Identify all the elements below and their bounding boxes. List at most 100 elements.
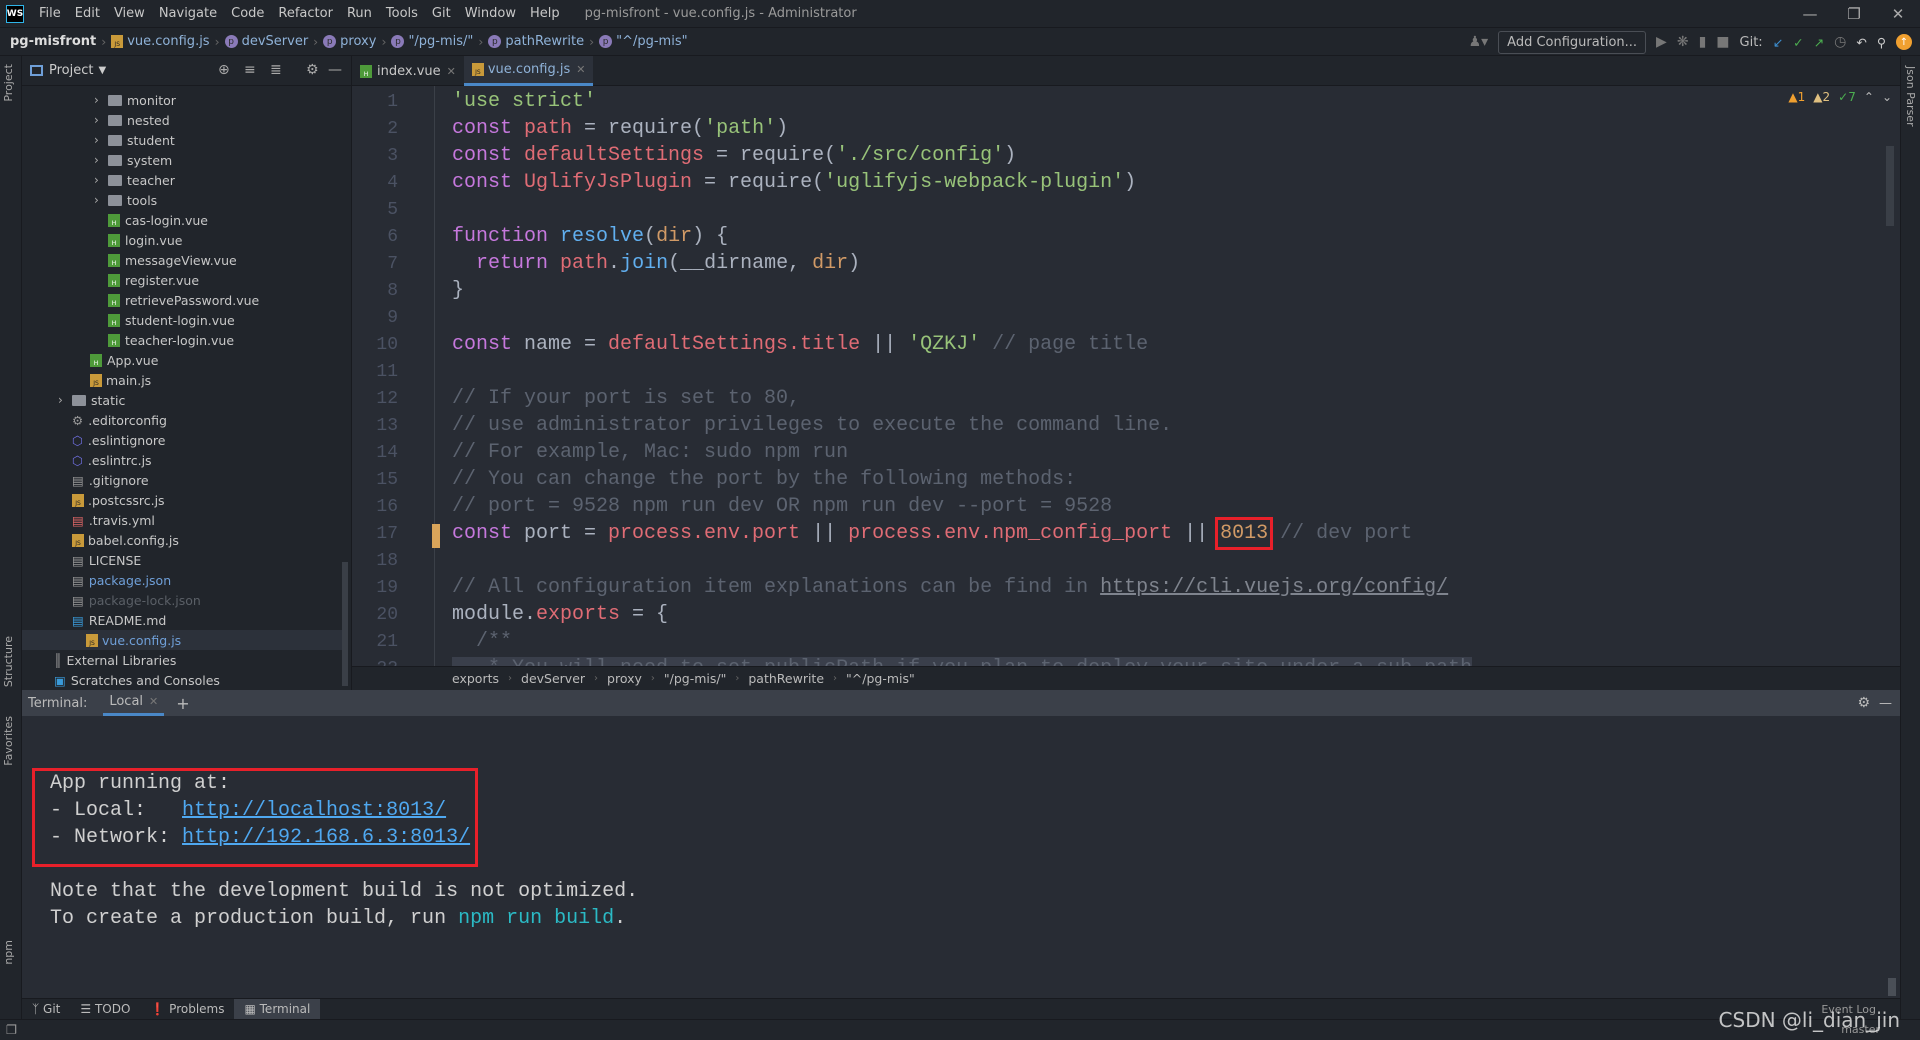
hide-panel-icon[interactable]: —: [328, 62, 342, 78]
tree-item[interactable]: ⬡ .eslintrc.js: [58, 450, 152, 470]
breadcrumb-item[interactable]: p "^/pg-mis": [599, 34, 688, 49]
editor-breadcrumb-item[interactable]: "^/pg-mis": [846, 671, 915, 686]
editor-breadcrumb-item[interactable]: devServer: [521, 671, 585, 686]
chevron-right-icon[interactable]: ›: [94, 113, 108, 127]
tree-item[interactable]: Hcas-login.vue: [94, 210, 208, 230]
terminal-tab-local[interactable]: Local ✕: [103, 690, 165, 716]
tree-item[interactable]: ▤ package-lock.json: [58, 590, 201, 610]
tree-item[interactable]: ║ External Libraries: [40, 650, 176, 670]
tree-item[interactable]: ▤ .gitignore: [58, 470, 149, 490]
editor-breadcrumb-item[interactable]: exports: [452, 671, 499, 686]
hide-panel-icon[interactable]: —: [1879, 696, 1892, 711]
git-commit-icon[interactable]: ✓: [1793, 35, 1803, 50]
rollback-icon[interactable]: ↶: [1856, 35, 1866, 50]
tree-item[interactable]: › nested: [94, 110, 170, 130]
tree-item[interactable]: ⚙ .editorconfig: [58, 410, 167, 430]
tree-item[interactable]: HmessageView.vue: [94, 250, 237, 270]
close-button[interactable]: ✕: [1876, 0, 1920, 28]
tree-item[interactable]: H App.vue: [76, 350, 158, 370]
menu-code[interactable]: Code: [224, 6, 271, 21]
history-icon[interactable]: ◷: [1834, 34, 1846, 50]
menu-navigate[interactable]: Navigate: [152, 6, 224, 21]
tree-item[interactable]: JS vue.config.js: [22, 630, 342, 650]
tree-item[interactable]: JS main.js: [76, 370, 151, 390]
project-tool-tab[interactable]: Project: [2, 64, 15, 102]
expand-all-icon[interactable]: ≡: [244, 62, 256, 78]
close-icon[interactable]: ✕: [576, 63, 585, 76]
tree-item[interactable]: JS .postcssrc.js: [58, 490, 165, 510]
tree-scrollbar[interactable]: [342, 562, 348, 686]
tree-item[interactable]: Hstudent-login.vue: [94, 310, 235, 330]
tree-item[interactable]: HretrievePassword.vue: [94, 290, 259, 310]
new-terminal-icon[interactable]: +: [176, 694, 189, 713]
user-icon[interactable]: ♟▾: [1469, 34, 1489, 50]
collapse-all-icon[interactable]: ≣: [270, 62, 282, 78]
local-url-link[interactable]: http://localhost:8013/: [182, 799, 446, 822]
menu-window[interactable]: Window: [458, 6, 523, 21]
editor-scrollbar[interactable]: [1886, 146, 1894, 226]
json-parser-tool-tab[interactable]: Json Parser: [1904, 66, 1917, 127]
add-configuration-button[interactable]: Add Configuration...: [1498, 30, 1647, 54]
gear-icon[interactable]: ⚙: [306, 62, 319, 78]
editor-breadcrumb-item[interactable]: "/pg-mis/": [664, 671, 726, 686]
layout-icon[interactable]: ❐: [6, 1022, 17, 1037]
network-url-link[interactable]: http://192.168.6.3:8013/: [182, 826, 470, 849]
breadcrumb-item[interactable]: p pathRewrite: [488, 34, 584, 49]
favorites-tool-tab[interactable]: Favorites: [2, 716, 15, 766]
editor-breadcrumb-item[interactable]: pathRewrite: [748, 671, 824, 686]
breadcrumb-project[interactable]: pg-misfront: [10, 34, 96, 49]
tree-item[interactable]: ▤ LICENSE: [58, 550, 141, 570]
git-push-icon[interactable]: ↗: [1814, 35, 1824, 50]
tree-item[interactable]: ▤ package.json: [58, 570, 171, 590]
editor-breadcrumb-item[interactable]: proxy: [607, 671, 642, 686]
tree-item[interactable]: › teacher: [94, 170, 175, 190]
tree-item[interactable]: JS babel.config.js: [58, 530, 179, 550]
project-view-selector[interactable]: Project: [49, 63, 93, 78]
tree-item[interactable]: ▤ README.md: [58, 610, 166, 630]
terminal-tool-button[interactable]: ▦ Terminal: [234, 998, 321, 1020]
menu-edit[interactable]: Edit: [68, 6, 107, 21]
menu-file[interactable]: File: [32, 6, 68, 21]
tree-item[interactable]: Hregister.vue: [94, 270, 199, 290]
chevron-right-icon[interactable]: ›: [94, 133, 108, 147]
tree-item[interactable]: ⬡ .eslintignore: [58, 430, 165, 450]
menu-tools[interactable]: Tools: [379, 6, 425, 21]
structure-tool-tab[interactable]: Structure: [2, 636, 15, 687]
gear-icon[interactable]: ⚙: [1857, 695, 1870, 711]
chevron-right-icon[interactable]: ›: [94, 93, 108, 107]
chevron-right-icon[interactable]: ›: [58, 393, 72, 407]
locate-icon[interactable]: ⊕: [218, 62, 230, 78]
minimize-button[interactable]: —: [1788, 0, 1832, 28]
search-icon[interactable]: ⚲: [1877, 35, 1886, 50]
tab-index-vue[interactable]: Hindex.vue ✕: [352, 56, 464, 86]
chevron-right-icon[interactable]: ›: [94, 173, 108, 187]
breadcrumb-item[interactable]: p devServer: [224, 34, 308, 49]
tree-item[interactable]: Hlogin.vue: [94, 230, 182, 250]
terminal-scrollbar[interactable]: [1888, 978, 1896, 996]
tree-item[interactable]: › student: [94, 130, 175, 150]
git-tool-button[interactable]: ᛉ Git: [22, 999, 70, 1020]
tree-item[interactable]: › system: [94, 150, 172, 170]
restore-button[interactable]: ❐: [1832, 0, 1876, 28]
close-icon[interactable]: ✕: [447, 65, 456, 78]
chevron-right-icon[interactable]: ›: [94, 153, 108, 167]
tree-item[interactable]: Hteacher-login.vue: [94, 330, 234, 350]
breadcrumb-item[interactable]: p "/pg-mis/": [391, 34, 473, 49]
todo-tool-button[interactable]: ☰ TODO: [70, 999, 140, 1020]
npm-tool-tab[interactable]: npm: [2, 940, 15, 965]
menu-git[interactable]: Git: [425, 6, 458, 21]
update-icon[interactable]: ↑: [1896, 34, 1912, 50]
menu-refactor[interactable]: Refactor: [271, 6, 340, 21]
tab-vue-config-js[interactable]: JS vue.config.js ✕: [463, 56, 594, 86]
tree-item[interactable]: › static: [58, 390, 125, 410]
tree-item[interactable]: ▣ Scratches and Consoles: [40, 670, 220, 690]
chevron-right-icon[interactable]: ›: [94, 193, 108, 207]
coverage-icon[interactable]: ▮: [1699, 34, 1707, 50]
debug-icon[interactable]: ❋: [1677, 34, 1689, 50]
tree-item[interactable]: › tools: [94, 190, 157, 210]
close-icon[interactable]: ✕: [149, 695, 158, 708]
breadcrumb-item[interactable]: JS vue.config.js: [111, 34, 210, 49]
run-icon[interactable]: ▶: [1656, 34, 1667, 50]
stop-icon[interactable]: ■: [1716, 34, 1729, 50]
menu-view[interactable]: View: [107, 6, 152, 21]
